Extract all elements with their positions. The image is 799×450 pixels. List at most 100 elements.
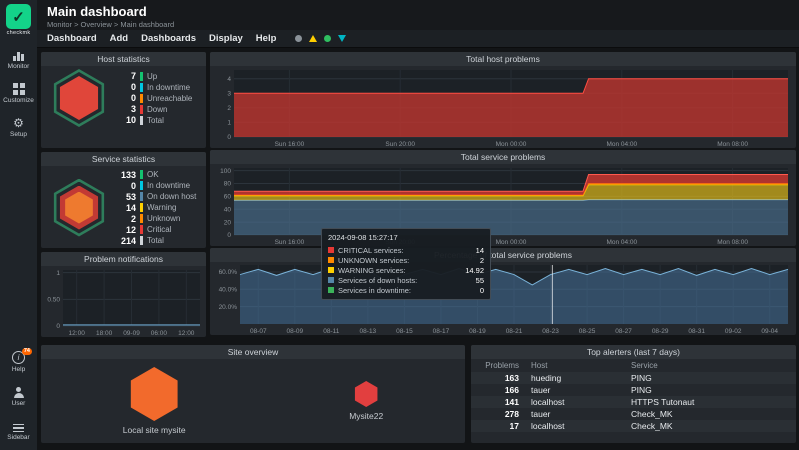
panel-problem-notifications: Problem notifications 00.50112:0018:0009… <box>41 252 206 337</box>
service-hexagon[interactable] <box>46 179 112 237</box>
filter-icon[interactable] <box>338 35 346 42</box>
svg-text:Mon 00:00: Mon 00:00 <box>496 141 527 148</box>
table-row[interactable]: 141localhostHTTPS Tutonaut <box>471 396 796 408</box>
tooltip-entry: UNKNOWN services:2 <box>328 255 484 265</box>
col-service[interactable]: Service <box>625 359 796 372</box>
top-alerters-table: Problems Host Service 163huedingPING 166… <box>471 359 796 432</box>
checkmk-logo-text: checkmk <box>7 30 31 36</box>
svg-text:08-17: 08-17 <box>433 328 450 335</box>
svg-text:08-19: 08-19 <box>469 328 486 335</box>
svg-text:08-31: 08-31 <box>688 328 705 335</box>
status-color-bar <box>140 105 143 114</box>
notifications-chart[interactable]: 00.50112:0018:0009-0906:0012:00 <box>41 266 206 337</box>
tooltip-entry: WARNING services:14.92 <box>328 265 484 275</box>
panel-service-problems-percentage: Percentage of total service problems 20.… <box>210 248 796 335</box>
host-stat-total[interactable]: 10Total <box>112 115 201 126</box>
host-hexagon[interactable] <box>46 69 112 127</box>
svc-stat-ok[interactable]: 133OK <box>112 169 201 180</box>
panel-title: Host statistics <box>41 52 206 66</box>
svg-text:08-21: 08-21 <box>506 328 523 335</box>
svc-stat-total[interactable]: 214Total <box>112 235 201 246</box>
table-row[interactable]: 17localhostCheck_MK <box>471 420 796 432</box>
svg-text:Sun 20:00: Sun 20:00 <box>385 141 415 148</box>
service-problems-chart[interactable]: 020406080100Sun 16:00Sun 20:00Mon 00:00M… <box>210 164 796 246</box>
sidebar-item-monitor[interactable]: Monitor <box>0 48 37 70</box>
sidebar-item-customize[interactable]: Customize <box>0 82 37 104</box>
panel-title: Top alerters (last 7 days) <box>471 345 796 359</box>
main-sidebar: ✓ checkmk Monitor Customize ⚙ Setup 74 i… <box>0 0 37 450</box>
status-color-bar <box>140 214 143 223</box>
sidebar-item-label: Customize <box>3 97 34 104</box>
status-circle-icon[interactable] <box>295 35 302 42</box>
menu-dashboard[interactable]: Dashboard <box>47 33 97 44</box>
svg-text:80: 80 <box>224 181 232 188</box>
site-mysite22[interactable]: Mysite22 <box>349 381 383 421</box>
tooltip-timestamp: 2024-09-08 15:27:17 <box>328 233 484 242</box>
sidebar-item-user[interactable]: User <box>0 385 37 407</box>
host-stat-up[interactable]: 7Up <box>112 71 201 82</box>
svc-stat-downtime[interactable]: 0In downtime <box>112 180 201 191</box>
panel-total-host-problems: Total host problems 01234Sun 16:00Sun 20… <box>210 52 796 148</box>
svg-text:Mon 04:00: Mon 04:00 <box>606 141 637 148</box>
site-local-mysite[interactable]: Local site mysite <box>123 367 186 435</box>
setup-icon: ⚙ <box>13 116 24 129</box>
warning-triangle-icon[interactable] <box>309 35 317 42</box>
col-host[interactable]: Host <box>525 359 625 372</box>
svg-text:08-09: 08-09 <box>286 328 303 335</box>
svg-text:12:00: 12:00 <box>178 330 195 337</box>
svg-text:1: 1 <box>227 120 231 127</box>
app-root: ✓ checkmk Monitor Customize ⚙ Setup 74 i… <box>0 0 799 450</box>
service-percentage-chart[interactable]: 20.0%40.0%60.0%08-0708-0908-1108-1308-15… <box>210 262 796 335</box>
panel-title: Percentage of total service problems <box>210 248 796 262</box>
svg-text:Mon 08:00: Mon 08:00 <box>717 141 748 148</box>
ok-circle-icon[interactable] <box>324 35 331 42</box>
svg-text:08-15: 08-15 <box>396 328 413 335</box>
sidebar-item-help[interactable]: 74 i Help <box>0 351 37 373</box>
svg-text:40: 40 <box>224 206 232 213</box>
svg-text:60: 60 <box>224 194 232 201</box>
svc-stat-critical[interactable]: 12Critical <box>112 224 201 235</box>
col-problems[interactable]: Problems <box>471 359 525 372</box>
breadcrumb[interactable]: Monitor > Overview > Main dashboard <box>47 20 789 29</box>
sidebar-item-sidebar-toggle[interactable]: Sidebar <box>0 419 37 441</box>
page-title: Main dashboard <box>47 4 789 19</box>
panel-title: Total service problems <box>210 150 796 164</box>
svg-text:09-09: 09-09 <box>123 330 140 337</box>
panel-title: Service statistics <box>41 152 206 166</box>
svg-text:60.0%: 60.0% <box>219 269 238 276</box>
menu-add[interactable]: Add <box>110 33 128 44</box>
page-header: Main dashboard Monitor > Overview > Main… <box>37 0 799 30</box>
menu-help[interactable]: Help <box>256 33 277 44</box>
status-color-bar <box>140 116 143 125</box>
site-label: Local site mysite <box>123 425 186 435</box>
host-problems-chart[interactable]: 01234Sun 16:00Sun 20:00Mon 00:00Mon 04:0… <box>210 66 796 148</box>
sidebar-toggle-icon <box>13 419 24 432</box>
menu-display[interactable]: Display <box>209 33 243 44</box>
svc-stat-unknown[interactable]: 2Unknown <box>112 213 201 224</box>
host-stat-unreachable[interactable]: 0Unreachable <box>112 93 201 104</box>
svg-text:20: 20 <box>224 219 232 226</box>
panel-title: Problem notifications <box>41 252 206 266</box>
table-row[interactable]: 163huedingPING <box>471 372 796 384</box>
sidebar-item-setup[interactable]: ⚙ Setup <box>0 116 37 138</box>
svg-text:20.0%: 20.0% <box>219 304 238 311</box>
legend-swatch <box>328 267 334 273</box>
sidebar-item-label: Monitor <box>8 63 30 70</box>
table-row[interactable]: 278tauerCheck_MK <box>471 408 796 420</box>
host-stat-downtime[interactable]: 0In downtime <box>112 82 201 93</box>
svc-stat-warning[interactable]: 14Warning <box>112 202 201 213</box>
table-row[interactable]: 166tauerPING <box>471 384 796 396</box>
site-hexagon <box>353 381 379 407</box>
site-label: Mysite22 <box>349 411 383 421</box>
menu-dashboards[interactable]: Dashboards <box>141 33 196 44</box>
help-badge: 74 <box>22 348 32 355</box>
status-color-bar <box>140 181 143 190</box>
svg-text:08-07: 08-07 <box>250 328 267 335</box>
menubar: Dashboard Add Dashboards Display Help <box>37 30 799 48</box>
svc-stat-on-down-host[interactable]: 53On down host <box>112 191 201 202</box>
panel-title: Site overview <box>41 345 465 359</box>
panel-title: Total host problems <box>210 52 796 66</box>
checkmk-logo[interactable]: ✓ checkmk <box>6 4 31 36</box>
sidebar-item-label: Setup <box>10 131 27 138</box>
host-stat-down[interactable]: 3Down <box>112 104 201 115</box>
